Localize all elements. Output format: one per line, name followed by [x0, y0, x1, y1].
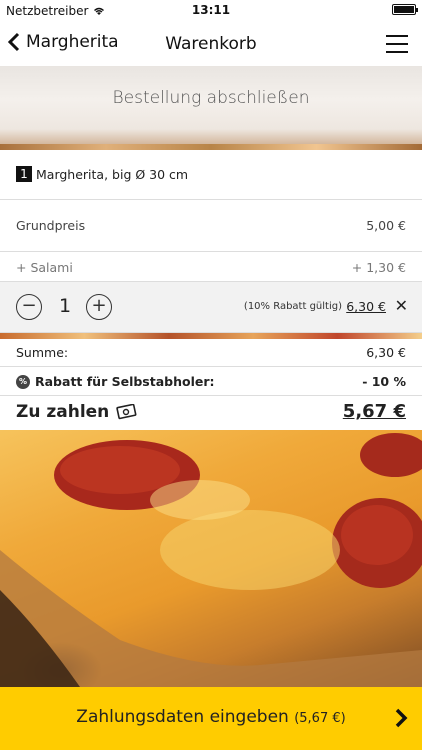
discount-note: (10% Rabatt gültig) [243, 301, 342, 312]
menu-icon[interactable] [386, 35, 408, 53]
rebate-label: Rabatt für Selbstabholer: [35, 374, 215, 389]
percent-icon: % [16, 374, 30, 389]
status-bar: Netzbetreiber 13:11 [0, 0, 422, 22]
decrease-button[interactable]: − [16, 294, 42, 320]
cart-item-row: 1 Margherita, big Ø 30 cm [0, 150, 422, 200]
line-price: 6,30 € [346, 299, 386, 314]
base-price-value: 5,00 € [366, 218, 406, 233]
battery-icon [392, 4, 418, 15]
quantity-stepper: − 1 + (10% Rabatt gültig) 6,30 € ✕ [0, 282, 422, 333]
navigation-bar: Margherita Warenkorb [0, 22, 422, 66]
battery-area [392, 4, 418, 15]
extra-row: + Salami + 1,30 € [0, 252, 422, 282]
extra-value: + 1,30 € [351, 260, 406, 275]
extra-label: + Salami [16, 260, 73, 275]
total-label: Zu zahlen [16, 402, 110, 422]
pizza-image [0, 430, 422, 687]
pizza-illustration [0, 433, 422, 687]
payment-details-button[interactable]: Zahlungsdaten eingeben (5,67 €) [0, 687, 422, 750]
sum-value: 6,30 € [366, 345, 406, 360]
quantity-value: 1 [58, 295, 72, 317]
cta-label: Zahlungsdaten eingeben [76, 707, 289, 727]
quantity-badge: 1 [16, 166, 32, 182]
base-price-row: Grundpreis 5,00 € [0, 200, 422, 252]
total-value: 5,67 € [342, 401, 406, 422]
sum-row: Summe: 6,30 € [0, 339, 422, 367]
chevron-right-icon [395, 708, 408, 728]
remove-item-button[interactable]: ✕ [395, 296, 408, 315]
banner-title: Bestellung abschließen [112, 88, 310, 108]
increase-button[interactable]: + [86, 294, 112, 320]
back-button[interactable]: Margherita [8, 32, 119, 52]
cash-icon [116, 404, 137, 420]
total-row: Zu zahlen 5,67 € [0, 396, 422, 430]
base-price-label: Grundpreis [16, 218, 86, 233]
chevron-left-icon [8, 32, 20, 52]
checkout-banner: Bestellung abschließen [0, 66, 422, 150]
rebate-value: - 10 % [362, 374, 406, 389]
item-name: Margherita, big Ø 30 cm [36, 166, 189, 182]
cta-amount: (5,67 €) [294, 711, 346, 726]
back-label: Margherita [26, 32, 119, 52]
sum-label: Summe: [16, 345, 69, 360]
status-time: 13:11 [191, 3, 231, 17]
rebate-row: % Rabatt für Selbstabholer: - 10 % [0, 367, 422, 396]
